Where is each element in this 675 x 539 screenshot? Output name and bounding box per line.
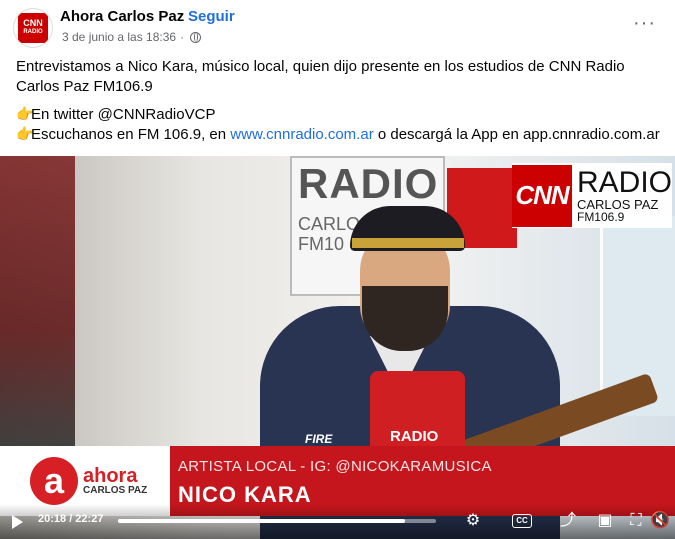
cnn-freq: FM106.9 [576,210,625,224]
progress-fill [118,519,406,523]
ahora-logo-circle: a [30,457,78,505]
cnn-text: RADIO CARLOS PAZ FM106.9 [576,166,672,224]
ahora-brand-city: CARLOS PAZ [83,485,148,496]
post-header: CNN RADIO Ahora Carlos Paz · Seguir 3 de… [0,0,675,52]
post-meta: 3 de junio a las 18:36 · [62,30,202,44]
meta-separator: · [180,30,185,44]
ahora-brand: ahora CARLOS PAZ [83,466,147,496]
studio-shelf [0,156,75,446]
twitter-text: En twitter @CNNRadioVCP [31,106,216,123]
jacket-text: FIRE [305,432,333,446]
listen-prefix: Escuchanos en FM 106.9, en [31,126,231,143]
post-text: Entrevistamos a Nico Kara, músico local,… [16,57,666,145]
play-icon[interactable] [12,515,23,529]
avatar-line2: RADIO [23,29,43,35]
twitter-line: 👉En twitter @CNNRadioVCP [16,105,666,125]
volume-muted-icon[interactable]: 🔇 [650,511,670,531]
more-options-icon[interactable]: ··· [633,12,656,35]
globe-icon [190,31,202,43]
cap-band [352,238,464,248]
pointing-hand-icon: 👉 [16,106,35,123]
page-avatar[interactable]: CNN RADIO [13,8,53,48]
follow-button[interactable]: Seguir [188,8,235,25]
pointing-hand-icon: 👉 [16,126,35,143]
post-date[interactable]: 3 de junio a las 18:36 [62,30,176,44]
page-name-link[interactable]: Ahora Carlos Paz [60,8,184,25]
fullscreen-icon[interactable]: ⛶ [626,511,646,531]
video-player[interactable]: RADIO CARLOS FM10 FIRE RADIO CNN RADIO C… [0,156,675,539]
video-time: 20:18 / 22:27 [38,513,104,525]
cnn-box: CNN [512,164,572,227]
settings-gear-icon[interactable]: ⚙ [463,511,483,531]
cnn-radio-word: RADIO [576,166,672,199]
progress-bar[interactable] [118,519,436,523]
video-controls: 20:18 / 22:27 ⚙ CC ⤴ ▣ ⛶ 🔇 [0,504,675,539]
mic-label: RADIO [390,428,439,445]
picture-in-picture-icon[interactable]: ▣ [595,511,615,531]
listen-line: 👉Escuchanos en FM 106.9, en www.cnnradio… [16,125,666,145]
cnnradio-link[interactable]: www.cnnradio.com.ar [230,126,373,143]
ahora-brand-name: ahora [83,465,138,487]
listen-suffix: o descargá la App en app.cnnradio.com.ar [373,126,660,143]
cnn-radio-logo: CNN RADIO [18,13,48,43]
captions-icon[interactable]: CC [512,514,532,528]
post-paragraph: Entrevistamos a Nico Kara, músico local,… [16,58,625,95]
cnn-radio-bug: CNN RADIO CARLOS PAZ FM106.9 [512,163,672,228]
lower-third-subtitle: ARTISTA LOCAL - IG: @NICOKARAMUSICA [178,458,492,475]
avatar-line1: CNN [23,18,43,28]
header-separator: · [178,8,183,25]
share-arrow-icon[interactable]: ⤴ [558,511,578,531]
